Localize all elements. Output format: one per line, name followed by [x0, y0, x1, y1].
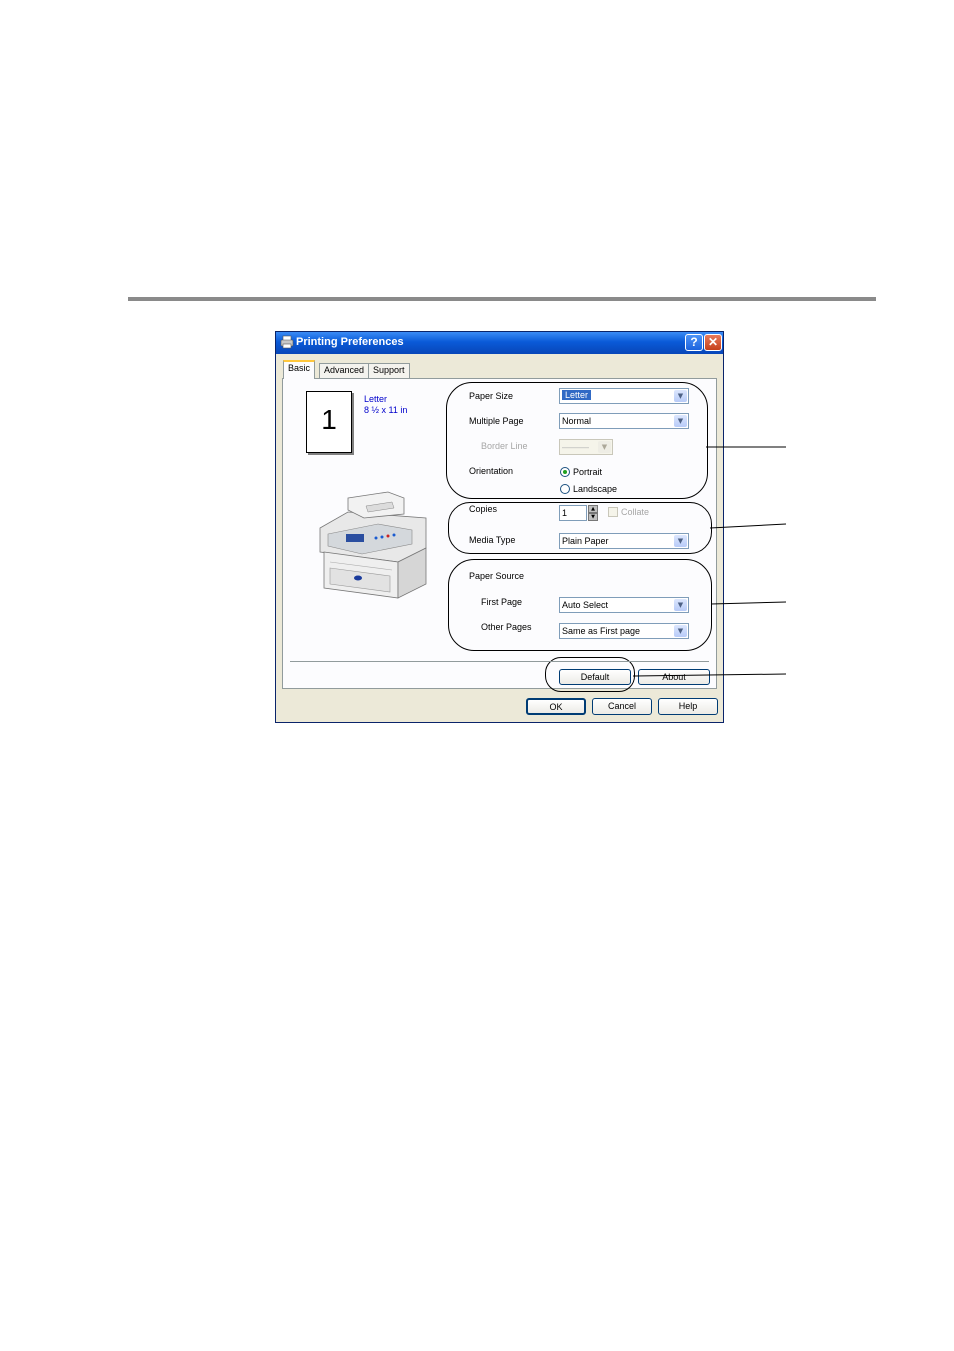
help-button[interactable]: Help	[658, 698, 718, 715]
callout-oval-copies	[448, 502, 712, 554]
callout-oval-source	[448, 559, 712, 651]
separator	[290, 661, 709, 662]
ok-button[interactable]: OK	[526, 698, 586, 715]
page-preview-icon: 1	[306, 391, 352, 453]
page-preview-number: 1	[321, 404, 337, 435]
printer-icon	[280, 335, 294, 349]
tab-advanced[interactable]: Advanced	[319, 363, 370, 378]
printer-illustration	[319, 491, 427, 599]
window-title: Printing Preferences	[296, 336, 404, 348]
paper-dims-preview: 8 ½ x 11 in	[364, 405, 408, 415]
callout-oval-layout	[446, 382, 708, 499]
title-help-button[interactable]: ?	[685, 334, 703, 351]
paper-name-preview: Letter	[364, 394, 388, 404]
printing-preferences-dialog: Printing Preferences ? ✕ Basic Advanced …	[275, 331, 724, 723]
tab-support[interactable]: Support	[368, 363, 410, 378]
header-rule	[128, 297, 876, 301]
tab-basic[interactable]: Basic	[283, 360, 316, 379]
default-button[interactable]: Default	[559, 669, 631, 685]
title-bar[interactable]: Printing Preferences ? ✕	[276, 332, 723, 354]
about-button[interactable]: About	[638, 669, 710, 685]
close-button[interactable]: ✕	[704, 334, 722, 351]
cancel-button[interactable]: Cancel	[592, 698, 652, 715]
